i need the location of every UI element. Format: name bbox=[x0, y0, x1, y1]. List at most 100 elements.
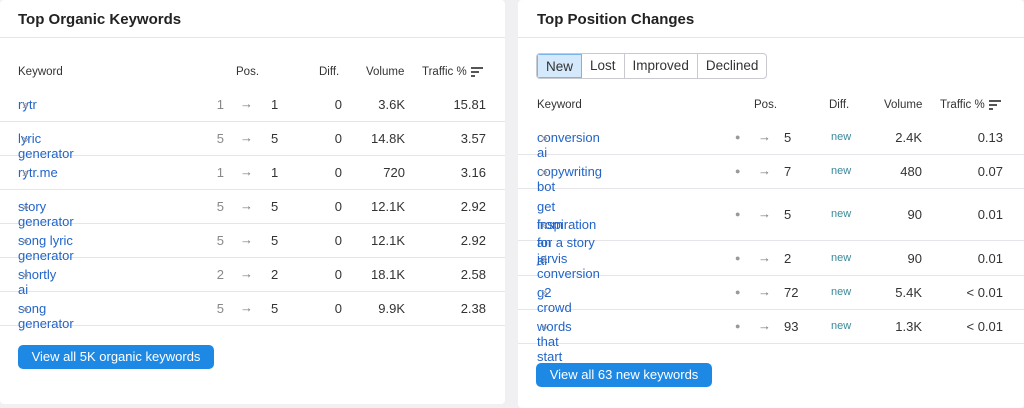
traffic-value: < 0.01 bbox=[966, 285, 1003, 300]
sort-icon[interactable] bbox=[470, 66, 483, 77]
volume-value: 480 bbox=[900, 164, 922, 179]
arrow-right-icon: → bbox=[758, 163, 771, 178]
column-traffic-label: Traffic % bbox=[422, 66, 467, 78]
table-header: Keyword Pos. Diff. Volume Traffic % bbox=[0, 62, 505, 84]
view-all-new-keywords-button[interactable]: View all 63 new keywords bbox=[536, 363, 712, 387]
arrow-right-icon: → bbox=[240, 232, 253, 247]
table-row: lyric generator ›› 5 → 5 0 14.8K 3.57 bbox=[0, 122, 505, 161]
double-chevron-right-icon: ›› bbox=[22, 301, 29, 316]
tab-improved[interactable]: Improved bbox=[625, 54, 698, 78]
position-to: 2 bbox=[784, 251, 792, 266]
position-to: 5 bbox=[271, 131, 279, 146]
diff-new-tag: new bbox=[831, 286, 852, 298]
diff-value: 0 bbox=[334, 165, 342, 180]
traffic-value: 2.92 bbox=[460, 233, 486, 248]
arrow-right-icon: → bbox=[240, 300, 253, 315]
dot-icon: ● bbox=[735, 253, 741, 263]
double-chevron-right-icon: ›› bbox=[541, 164, 548, 179]
panel-title: Top Organic Keywords bbox=[18, 11, 182, 28]
traffic-value: 2.58 bbox=[460, 267, 486, 282]
volume-value: 720 bbox=[383, 165, 405, 180]
double-chevron-right-icon: ›› bbox=[22, 233, 29, 248]
double-chevron-right-icon: ›› bbox=[541, 285, 548, 300]
column-diff: Diff. bbox=[829, 99, 850, 111]
traffic-value: 0.07 bbox=[977, 164, 1003, 179]
column-pos: Pos. bbox=[236, 66, 260, 78]
table-row: song generator ›› 5 → 5 0 9.9K 2.38 bbox=[0, 292, 505, 331]
traffic-value: 15.81 bbox=[453, 97, 486, 112]
tab-new[interactable]: New bbox=[537, 54, 583, 78]
table-row: get inspiration for a story from an ai ›› ●… bbox=[518, 189, 1024, 268]
column-volume: Volume bbox=[366, 66, 405, 78]
diff-new-tag: new bbox=[831, 252, 852, 264]
dot-icon: ● bbox=[735, 209, 741, 219]
position-from: 5 bbox=[216, 301, 224, 316]
double-chevron-right-icon: ›› bbox=[541, 130, 548, 145]
double-chevron-right-icon: ›› bbox=[541, 217, 548, 232]
arrow-right-icon: → bbox=[758, 284, 771, 299]
volume-value: 5.4K bbox=[895, 285, 922, 300]
diff-new-tag: new bbox=[831, 320, 852, 332]
diff-value: 0 bbox=[334, 267, 342, 282]
view-all-organic-keywords-button[interactable]: View all 5K organic keywords bbox=[18, 345, 214, 369]
position-from: 1 bbox=[216, 165, 224, 180]
position-from: 2 bbox=[216, 267, 224, 282]
table-row: conversion ai ›› ● → 5 new 2.4K 0.13 bbox=[518, 121, 1024, 160]
table-row: rytr.me ›› 1 → 1 0 720 3.16 bbox=[0, 156, 505, 190]
double-chevron-right-icon: ›› bbox=[22, 165, 29, 180]
keyword-text: rytr bbox=[18, 97, 37, 112]
double-chevron-right-icon: ›› bbox=[541, 251, 548, 266]
double-chevron-right-icon: ›› bbox=[22, 131, 29, 146]
table-row: words that start sh››●→93new1.3K< 0.01 bbox=[518, 310, 1024, 379]
panel-header: Top Organic Keywords bbox=[0, 0, 505, 38]
column-traffic[interactable]: Traffic % bbox=[422, 66, 483, 78]
table-row: copywriting bot ›› ● → 7 new 480 0.07 bbox=[518, 155, 1024, 194]
table-header: Keyword Pos. Diff. Volume Traffic % bbox=[518, 95, 1024, 117]
filter-tabs: New Lost Improved Declined bbox=[536, 53, 768, 79]
diff-new-tag: new bbox=[831, 131, 852, 143]
panel-header: Top Position Changes bbox=[518, 0, 1024, 38]
arrow-right-icon: → bbox=[758, 206, 771, 221]
diff-new-tag: new bbox=[831, 165, 852, 177]
arrow-right-icon: → bbox=[240, 96, 253, 111]
column-traffic-label: Traffic % bbox=[940, 99, 985, 111]
double-chevron-right-icon: ›› bbox=[541, 319, 548, 334]
table-row: song lyric generator ›› 5 → 5 0 12.1K 2.92 bbox=[0, 224, 505, 263]
traffic-value: 2.92 bbox=[460, 199, 486, 214]
arrow-right-icon: → bbox=[758, 318, 771, 333]
volume-value: 14.8K bbox=[371, 131, 405, 146]
table-row: jarvis conversion ›› ● → 2 new 90 0.01 bbox=[518, 241, 1024, 281]
tab-lost[interactable]: Lost bbox=[582, 54, 625, 78]
dot-icon: ● bbox=[735, 287, 741, 297]
volume-value: 18.1K bbox=[371, 267, 405, 282]
column-keyword: Keyword bbox=[18, 66, 63, 78]
column-traffic[interactable]: Traffic % bbox=[940, 99, 1001, 111]
volume-value: 2.4K bbox=[895, 130, 922, 145]
arrow-right-icon: → bbox=[758, 129, 771, 144]
table-row: rytr ›› 1 → 1 0 3.6K 15.81 bbox=[0, 88, 505, 122]
position-to: 2 bbox=[271, 267, 279, 282]
top-organic-keywords-panel: Top Organic Keywords Keyword Pos. Diff. … bbox=[0, 0, 505, 404]
arrow-right-icon: → bbox=[240, 266, 253, 281]
diff-value: 0 bbox=[334, 97, 342, 112]
volume-value: 12.1K bbox=[371, 199, 405, 214]
position-from: 5 bbox=[216, 131, 224, 146]
sort-icon[interactable] bbox=[988, 99, 1001, 110]
column-keyword: Keyword bbox=[537, 99, 582, 111]
tab-declined[interactable]: Declined bbox=[698, 54, 767, 78]
position-to: 5 bbox=[271, 199, 279, 214]
double-chevron-right-icon: ›› bbox=[22, 199, 29, 214]
column-diff: Diff. bbox=[319, 66, 340, 78]
volume-value: 90 bbox=[907, 251, 922, 266]
traffic-value: < 0.01 bbox=[966, 319, 1003, 334]
traffic-value: 3.16 bbox=[460, 165, 486, 180]
dot-icon: ● bbox=[735, 321, 741, 331]
double-chevron-right-icon: ›› bbox=[22, 97, 29, 112]
position-from: 5 bbox=[216, 233, 224, 248]
table-row: story generator ›› 5 → 5 0 12.1K 2.92 bbox=[0, 190, 505, 229]
position-to: 5 bbox=[784, 207, 792, 222]
position-to: 72 bbox=[784, 285, 799, 300]
volume-value: 9.9K bbox=[378, 301, 405, 316]
dot-icon: ● bbox=[735, 166, 741, 176]
diff-value: 0 bbox=[334, 131, 342, 146]
